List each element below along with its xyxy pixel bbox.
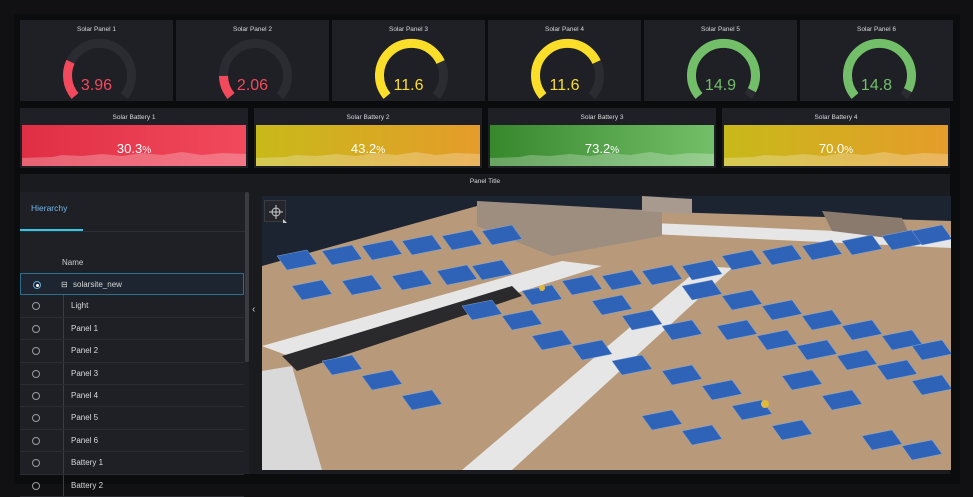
gauge-panel-2: Solar Panel 2 2.06 (176, 20, 329, 101)
gauge-panel-6: Solar Panel 6 14.8 (800, 20, 953, 101)
radio-button[interactable] (32, 369, 40, 378)
tree-row-label: Panel 3 (71, 368, 99, 378)
recenter-button[interactable] (264, 200, 287, 223)
tree-row-label: Light (71, 301, 89, 311)
battery-panel-3: Solar Battery 3 73.2% (488, 108, 716, 168)
tab-hierarchy[interactable]: Hierarchy (31, 203, 67, 213)
tree-row[interactable]: Panel 6 (20, 429, 244, 453)
battery-value: 70.0% (818, 141, 854, 156)
collapse-panel-icon[interactable]: ‹ (252, 304, 255, 315)
gauge-panel-5: Solar Panel 5 14.9 (644, 20, 797, 101)
battery-panel-1: Solar Battery 1 30.3% (20, 108, 248, 168)
tree-line (63, 295, 64, 317)
tree-row[interactable]: Panel 5 (20, 407, 244, 430)
tree-row[interactable]: Panel 1 (20, 317, 244, 341)
gauge-value: 14.9 (704, 77, 737, 94)
crosshair-icon (269, 205, 287, 223)
tree-row-label: Panel 1 (71, 323, 99, 333)
tree-row[interactable]: Battery 2 (20, 474, 244, 497)
tree-line (63, 452, 64, 474)
tree-row[interactable]: Light (20, 295, 244, 318)
tree-row[interactable]: Battery 1 (20, 452, 244, 475)
tree-line (63, 429, 64, 452)
column-header-name[interactable]: Name (20, 251, 244, 273)
panel-title-card: Panel Title Hierarchy Name ⊟ solarsite_ne… (20, 174, 951, 497)
gauge-value: 3.96 (80, 77, 113, 94)
tree-row-label: Battery 1 (71, 458, 104, 468)
expand-icon[interactable]: ⊟ (61, 280, 68, 289)
battery-title: Solar Battery 2 (346, 114, 390, 121)
radio-button[interactable] (33, 281, 41, 289)
gauge-panel-3: Solar Panel 3 11.6 (332, 20, 485, 101)
battery-value: 73.2% (584, 141, 620, 156)
tree-row[interactable]: ⊟ solarsite_new (20, 273, 244, 296)
tree-row[interactable]: Panel 2 (20, 340, 244, 363)
battery-fill: 70.0% (724, 125, 948, 166)
tab-active-indicator (20, 229, 83, 231)
tree-row-label: Battery 2 (71, 480, 104, 490)
3d-scene-viewport[interactable] (262, 196, 951, 470)
hierarchy-panel: Hierarchy Name ⊟ solarsite_new Light Panel … (20, 192, 249, 497)
scrollbar[interactable] (245, 192, 249, 362)
tree-line (63, 362, 64, 384)
tab-bar: Hierarchy (20, 192, 249, 232)
battery-fill: 43.2% (256, 125, 480, 166)
gauge-value: 11.6 (393, 77, 424, 94)
solar-farm-scene (262, 196, 951, 470)
radio-button[interactable] (32, 459, 40, 468)
gauge-panel-4: Solar Panel 4 11.6 (488, 20, 641, 101)
radio-button[interactable] (32, 436, 40, 445)
radio-button[interactable] (32, 481, 40, 490)
battery-panel-4: Solar Battery 4 70.0% (722, 108, 950, 168)
tree-line (63, 317, 64, 340)
tree-row[interactable]: Panel 3 (20, 362, 244, 385)
battery-value: 30.3% (116, 141, 152, 156)
gauge-value: 14.8 (860, 77, 893, 94)
radio-button[interactable] (32, 392, 40, 400)
radio-button[interactable] (32, 324, 40, 333)
tree-line (63, 385, 64, 407)
battery-title: Solar Battery 4 (814, 114, 858, 121)
gauge-panel-1: Solar Panel 1 3.96 (20, 20, 173, 101)
battery-title: Solar Battery 3 (580, 114, 624, 121)
gauge-value: 11.6 (549, 77, 580, 94)
tree-row-label: Panel 4 (71, 391, 99, 400)
battery-title: Solar Battery 1 (112, 114, 156, 121)
tree-row-label: Panel 5 (71, 413, 99, 423)
gauge-value: 2.06 (236, 77, 269, 94)
radio-button[interactable] (32, 414, 40, 423)
tree-row[interactable]: Panel 4 (20, 385, 244, 408)
tree-line (63, 340, 64, 362)
battery-panel-2: Solar Battery 2 43.2% (254, 108, 482, 168)
battery-fill: 73.2% (490, 125, 714, 166)
tree-row-label: solarsite_new (73, 280, 122, 289)
battery-fill: 30.3% (22, 125, 246, 166)
column-header-label: Name (62, 258, 84, 267)
radio-button[interactable] (32, 347, 40, 356)
battery-value: 43.2% (350, 141, 386, 156)
main-panel-title: Panel Title (469, 178, 501, 185)
tree-row-label: Panel 6 (71, 435, 99, 445)
tree-line (63, 407, 64, 429)
tree-row-label: Panel 2 (71, 346, 99, 356)
tree-line (63, 474, 64, 496)
radio-button[interactable] (32, 302, 40, 311)
